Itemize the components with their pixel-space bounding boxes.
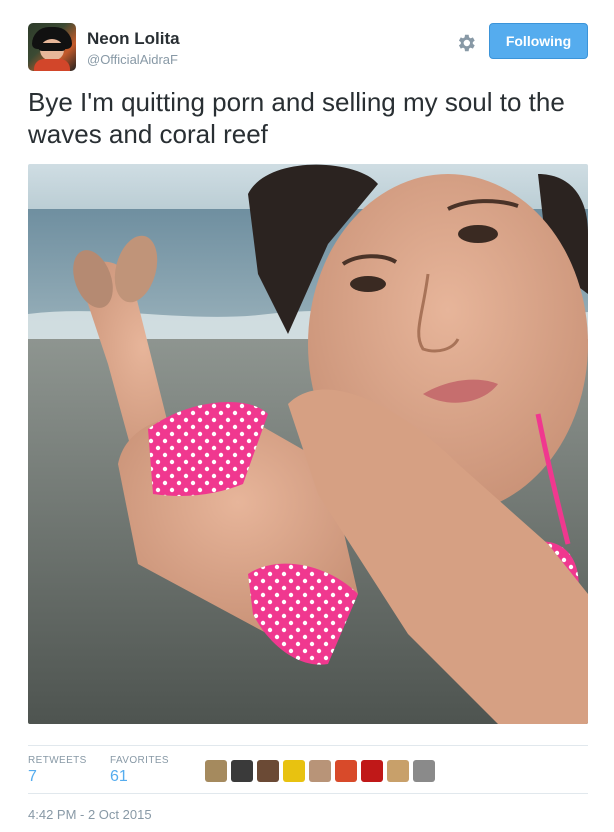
favoriters-list bbox=[205, 760, 439, 782]
favoriter-avatar-9[interactable] bbox=[413, 760, 435, 782]
favoriter-avatar-7[interactable] bbox=[361, 760, 383, 782]
favoriter-avatar-5[interactable] bbox=[309, 760, 331, 782]
following-button[interactable]: Following bbox=[489, 23, 588, 59]
avatar-glasses bbox=[38, 43, 66, 51]
favoriter-avatar-4[interactable] bbox=[283, 760, 305, 782]
favoriter-avatar-2[interactable] bbox=[231, 760, 253, 782]
photo-eye-right bbox=[458, 225, 498, 243]
gear-icon[interactable] bbox=[455, 32, 477, 54]
avatar-shirt bbox=[34, 59, 70, 71]
favoriter-avatar-8[interactable] bbox=[387, 760, 409, 782]
user-handle[interactable]: @OfficialAidraF bbox=[87, 52, 178, 67]
stats-divider-bottom bbox=[28, 793, 588, 794]
favorites-label: FAVORITES bbox=[110, 755, 169, 766]
favoriter-avatar-3[interactable] bbox=[257, 760, 279, 782]
retweets-label: RETWEETS bbox=[28, 755, 87, 766]
tweet-photo[interactable] bbox=[28, 164, 588, 724]
favorites-count[interactable]: 61 bbox=[110, 768, 128, 786]
stats-divider-top bbox=[28, 745, 588, 746]
tweet-timestamp[interactable]: 4:42 PM - 2 Oct 2015 bbox=[28, 807, 152, 822]
favoriter-avatar-6[interactable] bbox=[335, 760, 357, 782]
retweets-count[interactable]: 7 bbox=[28, 768, 37, 786]
favoriter-avatar-1[interactable] bbox=[205, 760, 227, 782]
tweet-text: Bye I'm quitting porn and selling my sou… bbox=[28, 87, 565, 149]
photo-eye-left bbox=[350, 276, 386, 292]
user-display-name[interactable]: Neon Lolita bbox=[87, 29, 180, 49]
user-avatar[interactable] bbox=[28, 23, 76, 71]
